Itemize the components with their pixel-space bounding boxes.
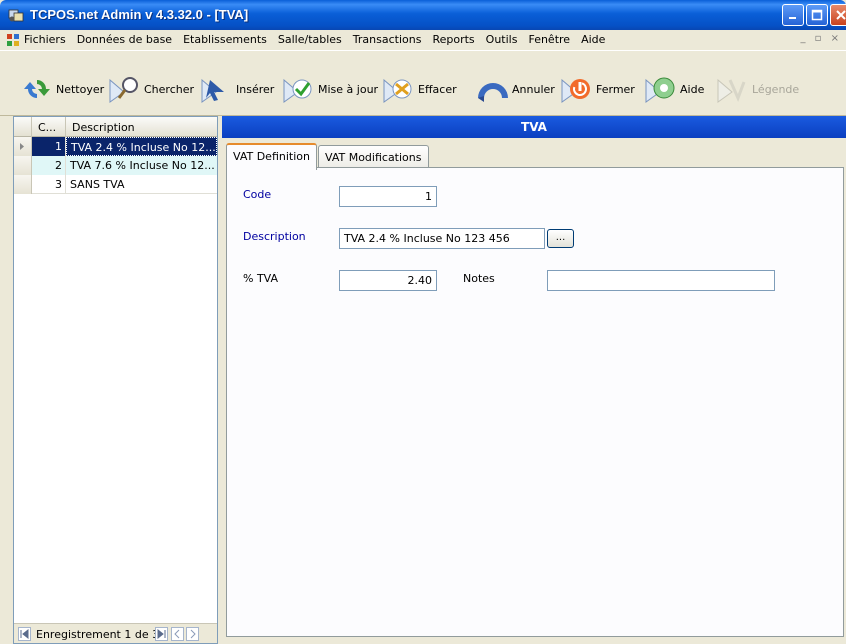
record-navigator: Enregistrement 1 de 3: [14, 623, 217, 643]
annuler-label: Annuler: [512, 82, 555, 96]
maximize-icon: [811, 9, 823, 21]
refresh-arrows-icon: [24, 80, 50, 98]
legende-label: Légende: [752, 82, 800, 96]
nettoyer-label: Nettoyer: [56, 82, 105, 96]
row-selector[interactable]: [14, 156, 32, 175]
chevron-right-icon: [190, 629, 196, 639]
maximize-button[interactable]: [806, 4, 828, 26]
table-row[interactable]: 3 SANS TVA: [14, 175, 217, 194]
menu-transactions[interactable]: Transactions: [353, 33, 429, 46]
panel-title: TVA: [222, 116, 846, 138]
checkmark-icon: [283, 78, 312, 103]
menu-fenetre[interactable]: Fenêtre: [528, 33, 577, 46]
menu-fichiers[interactable]: Fichiers: [24, 33, 73, 46]
tab-vat-modifications[interactable]: VAT Modifications: [318, 145, 429, 169]
search-magnifier-icon: [109, 77, 138, 103]
row-selector[interactable]: [14, 175, 32, 194]
record-status: Enregistrement 1 de 3: [36, 628, 160, 641]
row-selector[interactable]: [14, 137, 32, 156]
vat-percent-field[interactable]: 2.40: [339, 270, 437, 291]
app-logo-icon: [8, 9, 24, 22]
menu-salle-tables[interactable]: Salle/tables: [278, 33, 349, 46]
description-field[interactable]: TVA 2.4 % Incluse No 123 456: [339, 228, 545, 249]
menu-outils[interactable]: Outils: [486, 33, 525, 46]
aide-button[interactable]: Aide: [644, 72, 704, 106]
last-record-button[interactable]: [155, 627, 168, 641]
aide-label: Aide: [680, 82, 705, 96]
help-lifebuoy-icon: [645, 77, 675, 103]
menu-donnees-de-base[interactable]: Données de base: [77, 33, 179, 46]
window-title: TCPOS.net Admin v 4.3.32.0 - [TVA]: [30, 7, 249, 22]
description-label: Description: [243, 230, 306, 243]
vat-percent-label: % TVA: [243, 272, 279, 285]
toolbar: Nettoyer Chercher Insérer Mise à jour Ef…: [0, 50, 846, 116]
chercher-button[interactable]: Chercher: [108, 72, 194, 106]
records-grid: C... Description 1 TVA 2.4 % Incluse No …: [13, 116, 218, 644]
first-record-icon: [20, 628, 29, 640]
legende-button[interactable]: Légende: [716, 72, 799, 106]
title-bar: TCPOS.net Admin v 4.3.32.0 - [TVA]: [0, 0, 846, 30]
chevron-left-icon: [174, 629, 180, 639]
eraser-icon: [383, 78, 412, 103]
column-header-code[interactable]: C...: [32, 117, 66, 137]
power-icon: [561, 78, 590, 103]
menu-reports[interactable]: Reports: [432, 33, 481, 46]
mise-a-jour-button[interactable]: Mise à jour: [282, 72, 378, 106]
effacer-label: Effacer: [418, 82, 457, 96]
notes-field[interactable]: [547, 270, 775, 291]
inserer-label: Insérer: [236, 82, 275, 96]
cell-description[interactable]: SANS TVA: [66, 175, 217, 194]
inserer-button[interactable]: Insérer: [200, 72, 274, 106]
detail-panel: TVA VAT Definition VAT Modifications Cod…: [222, 116, 846, 644]
minimize-button[interactable]: [782, 4, 804, 26]
table-row[interactable]: 2 TVA 7.6 % Incluse No 12...: [14, 156, 217, 175]
insert-arrow-icon: [201, 78, 224, 103]
table-row[interactable]: 1 TVA 2.4 % Incluse No 12...: [14, 137, 217, 156]
close-window-button[interactable]: [830, 4, 846, 26]
previous-record-button[interactable]: [171, 627, 184, 641]
notes-label: Notes: [463, 272, 495, 285]
nettoyer-button[interactable]: Nettoyer: [20, 72, 104, 106]
menu-aide[interactable]: Aide: [581, 33, 612, 46]
cell-code[interactable]: 1: [32, 137, 66, 156]
cell-description[interactable]: TVA 7.6 % Incluse No 12...: [66, 156, 217, 175]
grid-header: C... Description: [14, 117, 217, 137]
cell-code[interactable]: 3: [32, 175, 66, 194]
annuler-button[interactable]: Annuler: [476, 72, 555, 106]
column-header-description[interactable]: Description: [66, 117, 217, 137]
fermer-label: Fermer: [596, 82, 635, 96]
undo-arc-icon: [478, 83, 508, 102]
cell-code[interactable]: 2: [32, 156, 66, 175]
menu-bar: Fichiers Données de base Etablissements …: [0, 30, 846, 50]
current-row-arrow-icon: [20, 143, 24, 150]
effacer-button[interactable]: Effacer: [382, 72, 457, 106]
close-icon: [836, 10, 846, 20]
tab-vat-definition[interactable]: VAT Definition: [226, 143, 317, 170]
legend-palette-icon: [717, 78, 746, 103]
tab-content: Code 1 Description TVA 2.4 % Incluse No …: [226, 167, 844, 637]
cell-description[interactable]: TVA 2.4 % Incluse No 12...: [66, 137, 217, 156]
menu-etablissements[interactable]: Etablissements: [183, 33, 274, 46]
first-record-button[interactable]: [18, 627, 31, 641]
minimize-icon: [789, 17, 796, 19]
chercher-label: Chercher: [144, 82, 195, 96]
code-field[interactable]: 1: [339, 186, 437, 207]
next-record-button[interactable]: [186, 627, 199, 641]
last-record-icon: [157, 628, 166, 640]
code-label: Code: [243, 188, 272, 201]
fermer-button[interactable]: Fermer: [560, 72, 635, 106]
row-selector-header: [14, 117, 32, 137]
mdi-window-controls[interactable]: _ ▫ ×: [800, 33, 842, 44]
description-lookup-button[interactable]: ...: [547, 229, 574, 248]
document-grid-icon[interactable]: [6, 33, 20, 47]
mise-a-jour-label: Mise à jour: [318, 82, 379, 96]
